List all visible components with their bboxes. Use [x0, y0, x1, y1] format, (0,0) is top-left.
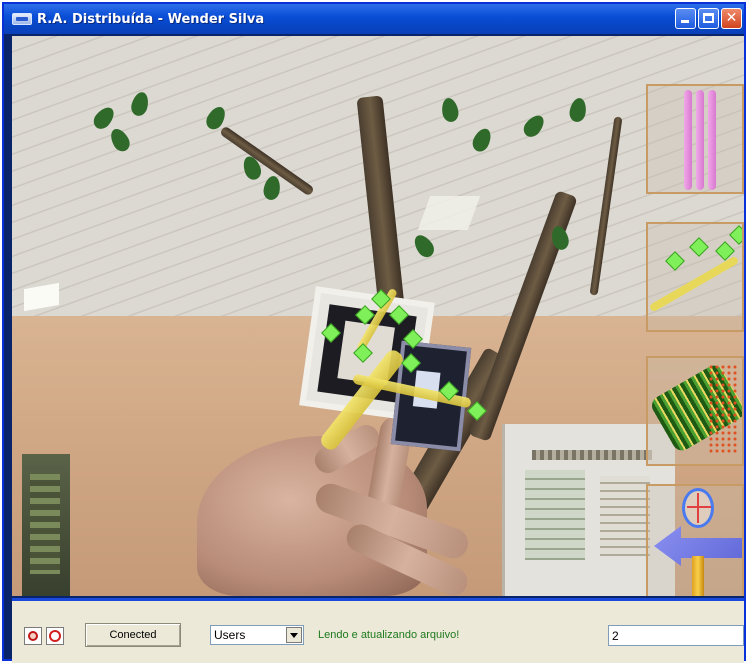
pink-tube — [696, 90, 704, 190]
maximize-button[interactable] — [698, 8, 719, 29]
model-thumbnail-pink-tubes[interactable] — [646, 84, 744, 194]
bottom-toolbar: Conected Users Lendo e atualizando arqui… — [12, 598, 744, 663]
maximize-icon — [703, 13, 714, 23]
app-window: R.A. Distribuída - Wender Silva ✕ Conect… — [2, 2, 746, 663]
minimize-icon — [681, 20, 689, 23]
status-message: Lendo e atualizando arquivo! — [318, 629, 460, 641]
title-bar[interactable]: R.A. Distribuída - Wender Silva ✕ — [4, 4, 744, 34]
dot-cloud — [708, 364, 738, 454]
camera-view — [12, 36, 744, 596]
branch-model — [648, 255, 740, 313]
clock-icon[interactable] — [46, 627, 64, 645]
users-select[interactable]: Users — [210, 625, 304, 645]
model-thumbnail-branch[interactable] — [646, 222, 744, 332]
ar-leaf — [689, 237, 709, 257]
model-thumbnail-leaf-roll[interactable] — [646, 356, 744, 466]
ar-leaf — [665, 251, 685, 271]
count-field[interactable] — [608, 625, 744, 646]
model-thumbnail-magnifier[interactable] — [646, 484, 744, 596]
wall-ledge — [532, 450, 652, 460]
magnifier-icon — [682, 488, 714, 528]
alarm-clock-icon[interactable] — [24, 627, 42, 645]
pink-tube — [684, 90, 692, 190]
connect-button[interactable]: Conected — [85, 623, 181, 647]
wall-poster — [22, 454, 70, 596]
pink-tube — [708, 90, 716, 190]
app-icon[interactable] — [12, 13, 32, 25]
chevron-down-icon[interactable] — [286, 627, 302, 643]
close-button[interactable]: ✕ — [721, 8, 742, 29]
ar-leaf — [729, 225, 742, 245]
window-title: R.A. Distribuída - Wender Silva — [37, 11, 265, 27]
close-icon: ✕ — [725, 10, 738, 26]
users-select-value: Users — [214, 628, 246, 642]
pole-model — [692, 556, 704, 596]
minimize-button[interactable] — [675, 8, 696, 29]
window-controls: ✕ — [675, 8, 742, 29]
